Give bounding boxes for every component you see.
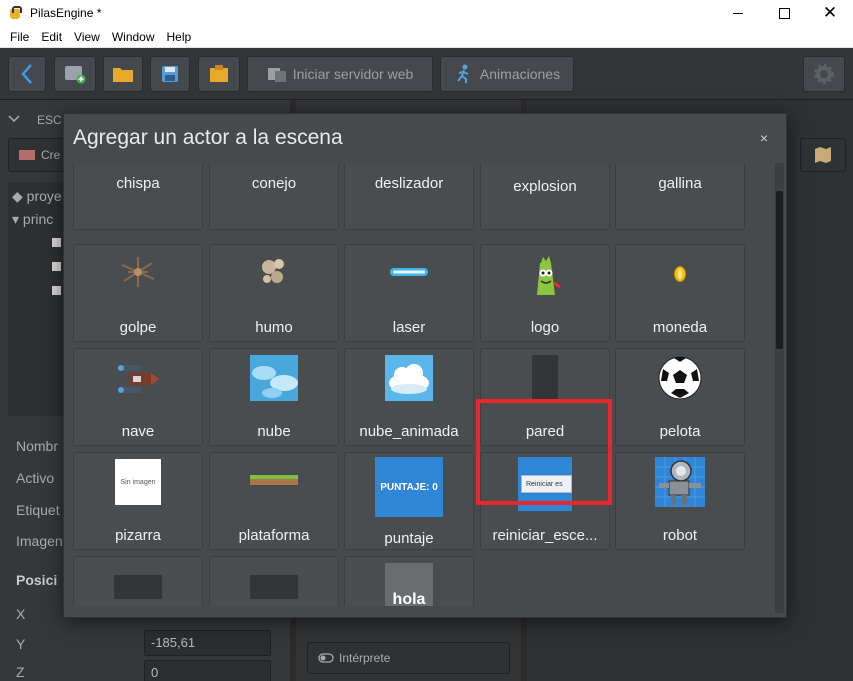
- techo-icon: [250, 575, 298, 599]
- prop-image-label: Imagen: [16, 533, 63, 549]
- actor-grid: chispa conejo deslizador explosion galli…: [72, 164, 774, 606]
- actor-card-explosion[interactable]: explosion: [480, 164, 610, 230]
- scrollbar-thumb[interactable]: [776, 191, 783, 349]
- actor-grid-scrollbar[interactable]: [775, 163, 784, 613]
- actor-card-gallina[interactable]: gallina: [615, 164, 745, 230]
- y-label: Y: [16, 636, 26, 652]
- menu-file[interactable]: File: [4, 30, 35, 44]
- actor-card-robot[interactable]: robot: [615, 452, 745, 550]
- add-actor-dialog: Agregar un actor a la escena × chispa co…: [63, 113, 787, 618]
- z-label: Z: [16, 664, 25, 680]
- scene-icon: [19, 150, 35, 160]
- texto-icon: hola: [385, 563, 433, 606]
- actor-card-logo[interactable]: logo: [480, 244, 610, 342]
- map-icon: [815, 147, 831, 163]
- nave-icon: [118, 365, 159, 393]
- moneda-icon: [674, 266, 686, 282]
- actor-card-pizarra[interactable]: Sin imagen pizarra: [73, 452, 203, 550]
- actor-card-plataforma[interactable]: plataforma: [209, 452, 339, 550]
- server-icon: [267, 68, 286, 82]
- selection-highlight: [476, 399, 612, 505]
- humo-icon: [262, 259, 284, 283]
- menu-bar: File Edit View Window Help: [0, 26, 853, 48]
- toggle-icon: [318, 653, 334, 663]
- pared-icon: [532, 355, 558, 401]
- close-window-button[interactable]: ✕: [807, 0, 853, 26]
- plataforma-icon: [250, 475, 298, 485]
- animations-button[interactable]: Animaciones: [440, 56, 574, 92]
- package-button[interactable]: [198, 56, 240, 92]
- menu-view[interactable]: View: [68, 30, 106, 44]
- project-tree: ◆ proye ▾ princ: [8, 182, 68, 416]
- actor-card-suelo[interactable]: suelo: [73, 556, 203, 606]
- dialog-title: Agregar un actor a la escena: [73, 126, 343, 149]
- actor-card-chispa[interactable]: chispa: [73, 164, 203, 230]
- actor-node-icon: [52, 286, 61, 295]
- close-dialog-button[interactable]: ×: [760, 130, 768, 146]
- title-bar: PilasEngine * ✕: [0, 0, 853, 26]
- puntaje-icon: PUNTAJE: 0: [375, 457, 443, 517]
- actor-card-puntaje[interactable]: PUNTAJE: 0 puntaje: [344, 452, 474, 550]
- laser-icon: [390, 268, 428, 276]
- actor-card-texto[interactable]: hola texto: [344, 556, 474, 606]
- start-web-server-button[interactable]: Iniciar servidor web: [247, 56, 433, 92]
- package-icon: [210, 65, 228, 82]
- back-button[interactable]: [8, 56, 46, 92]
- golpe-icon: [121, 257, 155, 287]
- running-figure-icon: [457, 64, 469, 83]
- menu-edit[interactable]: Edit: [35, 30, 68, 44]
- actor-card-deslizador[interactable]: deslizador: [344, 164, 474, 230]
- tree-item-project[interactable]: ◆ proye: [12, 188, 62, 205]
- gear-icon: [814, 64, 834, 84]
- actor-card-moneda[interactable]: moneda: [615, 244, 745, 342]
- actor-card-laser[interactable]: laser: [344, 244, 474, 342]
- toolbar: Iniciar servidor web Animaciones: [0, 48, 853, 100]
- maximize-button[interactable]: [761, 0, 807, 26]
- pelota-icon: [658, 356, 702, 400]
- pilas-app-icon: [8, 6, 22, 20]
- chevron-down-icon[interactable]: [8, 114, 20, 124]
- position-header: Posici: [16, 572, 58, 588]
- window-title: PilasEngine *: [30, 6, 102, 20]
- suelo-icon: [114, 575, 162, 599]
- actor-card-nube-animada[interactable]: nube_animada: [344, 348, 474, 446]
- folder-icon: [113, 68, 133, 82]
- prop-tags-label: Etiquet: [16, 502, 60, 518]
- map-button[interactable]: [800, 138, 846, 172]
- actor-node-icon: [52, 262, 61, 271]
- actor-card-conejo[interactable]: conejo: [209, 164, 339, 230]
- prop-active-label: Activo: [16, 470, 55, 486]
- pizarra-icon: Sin imagen: [115, 459, 161, 505]
- menu-window[interactable]: Window: [106, 30, 161, 44]
- minimize-button[interactable]: [715, 0, 761, 26]
- actor-card-techo[interactable]: techo: [209, 556, 339, 606]
- actor-card-nube[interactable]: nube: [209, 348, 339, 446]
- settings-button[interactable]: [803, 56, 845, 92]
- interpreter-button[interactable]: Intérprete: [307, 642, 510, 674]
- actor-card-nave[interactable]: nave: [73, 348, 203, 446]
- nube-animada-icon: [385, 355, 433, 401]
- create-button[interactable]: Cre: [8, 138, 68, 172]
- save-button[interactable]: [150, 56, 190, 92]
- actor-card-pelota[interactable]: pelota: [615, 348, 745, 446]
- open-button[interactable]: [103, 56, 143, 92]
- actor-card-humo[interactable]: humo: [209, 244, 339, 342]
- logo-icon: [537, 256, 561, 295]
- floppy-disk-icon: [162, 66, 178, 82]
- y-position-input[interactable]: -185,61: [144, 630, 271, 656]
- chevron-left-icon: [21, 64, 32, 84]
- x-label: X: [16, 606, 26, 622]
- actor-node-icon: [52, 238, 61, 247]
- robot-icon: [655, 457, 705, 507]
- z-position-input[interactable]: 0: [144, 660, 271, 681]
- scenes-header: ESC: [37, 113, 62, 127]
- tree-item-scene[interactable]: ▾ princ: [12, 211, 53, 228]
- menu-help[interactable]: Help: [161, 30, 198, 44]
- nube-icon: [250, 355, 298, 401]
- add-image-icon: [65, 66, 86, 84]
- prop-name-label: Nombr: [16, 438, 59, 454]
- new-scene-button[interactable]: [54, 56, 96, 92]
- actor-card-golpe[interactable]: golpe: [73, 244, 203, 342]
